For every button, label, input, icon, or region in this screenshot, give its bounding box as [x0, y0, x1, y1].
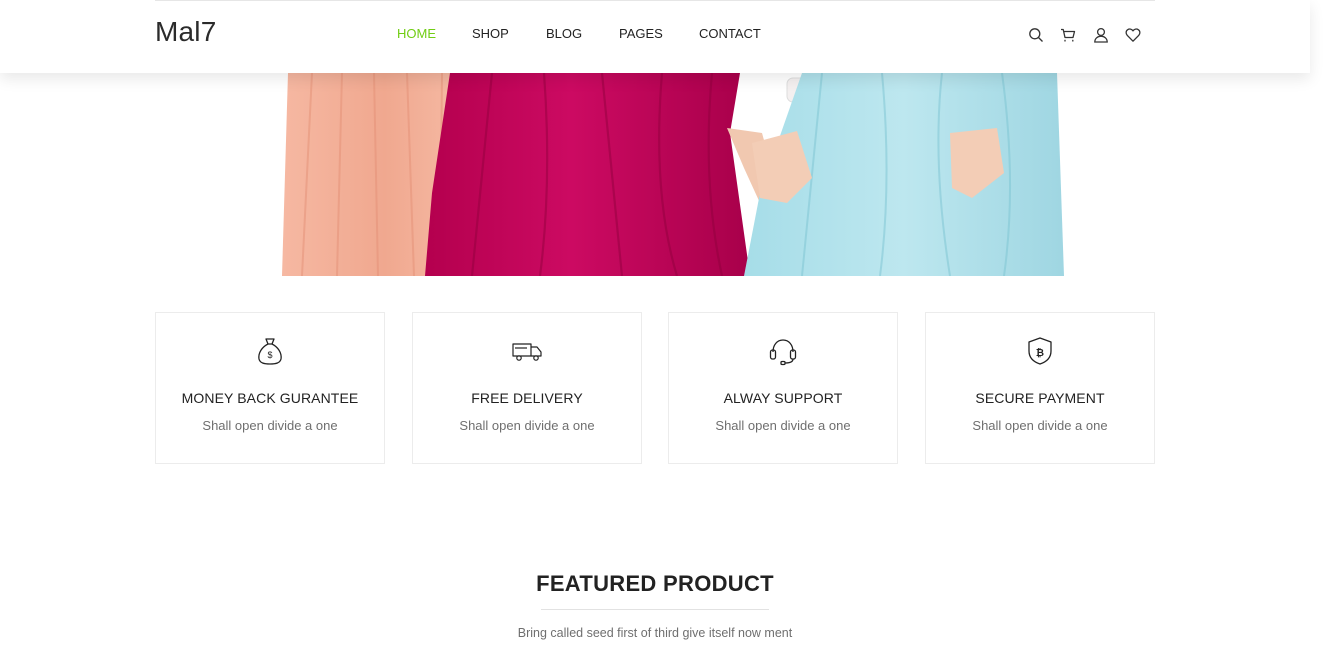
- featured-product-subtitle: Bring called seed first of third give it…: [517, 626, 793, 640]
- feature-description: Shall open divide a one: [202, 418, 338, 433]
- shield-bitcoin-icon: ₿: [1024, 335, 1056, 367]
- user-icon[interactable]: [1093, 27, 1109, 43]
- feature-title: FREE DELIVERY: [471, 390, 583, 406]
- feature-description: Shall open divide a one: [972, 418, 1108, 433]
- nav-item-blog[interactable]: BLOG: [546, 26, 582, 41]
- svg-text:₿: ₿: [1036, 347, 1044, 359]
- headset-icon: [767, 335, 799, 367]
- feature-card-money-back: $ MONEY BACK GURANTEE Shall open divide …: [155, 312, 385, 464]
- feature-card-secure-payment: ₿ SECURE PAYMENT Shall open divide a one: [925, 312, 1155, 464]
- nav-item-contact[interactable]: CONTACT: [699, 26, 761, 41]
- nav-item-pages[interactable]: PAGES: [619, 26, 663, 41]
- heart-icon[interactable]: [1125, 27, 1141, 43]
- money-bag-icon: $: [254, 335, 286, 367]
- feature-description: Shall open divide a one: [715, 418, 851, 433]
- nav-item-shop[interactable]: SHOP: [472, 26, 509, 41]
- delivery-truck-icon: [511, 335, 543, 367]
- nav-item-home[interactable]: HOME: [397, 26, 436, 41]
- hero-banner-image: [282, 73, 1064, 276]
- svg-text:$: $: [267, 350, 272, 360]
- feature-card-support: ALWAY SUPPORT Shall open divide a one: [668, 312, 898, 464]
- site-logo[interactable]: Mal7: [155, 16, 217, 48]
- header-top-border: [155, 0, 1155, 1]
- cart-icon[interactable]: [1060, 27, 1076, 43]
- featured-product-title: FEATURED PRODUCT: [536, 571, 774, 596]
- site-header: Mal7 HOME SHOP BLOG PAGES CONTACT: [0, 0, 1310, 73]
- feature-description: Shall open divide a one: [459, 418, 595, 433]
- feature-title: ALWAY SUPPORT: [723, 390, 843, 406]
- feature-title: MONEY BACK GURANTEE: [181, 390, 359, 406]
- feature-title: SECURE PAYMENT: [975, 390, 1105, 406]
- feature-card-free-delivery: FREE DELIVERY Shall open divide a one: [412, 312, 642, 464]
- search-icon[interactable]: [1028, 27, 1044, 43]
- section-divider: [541, 609, 769, 610]
